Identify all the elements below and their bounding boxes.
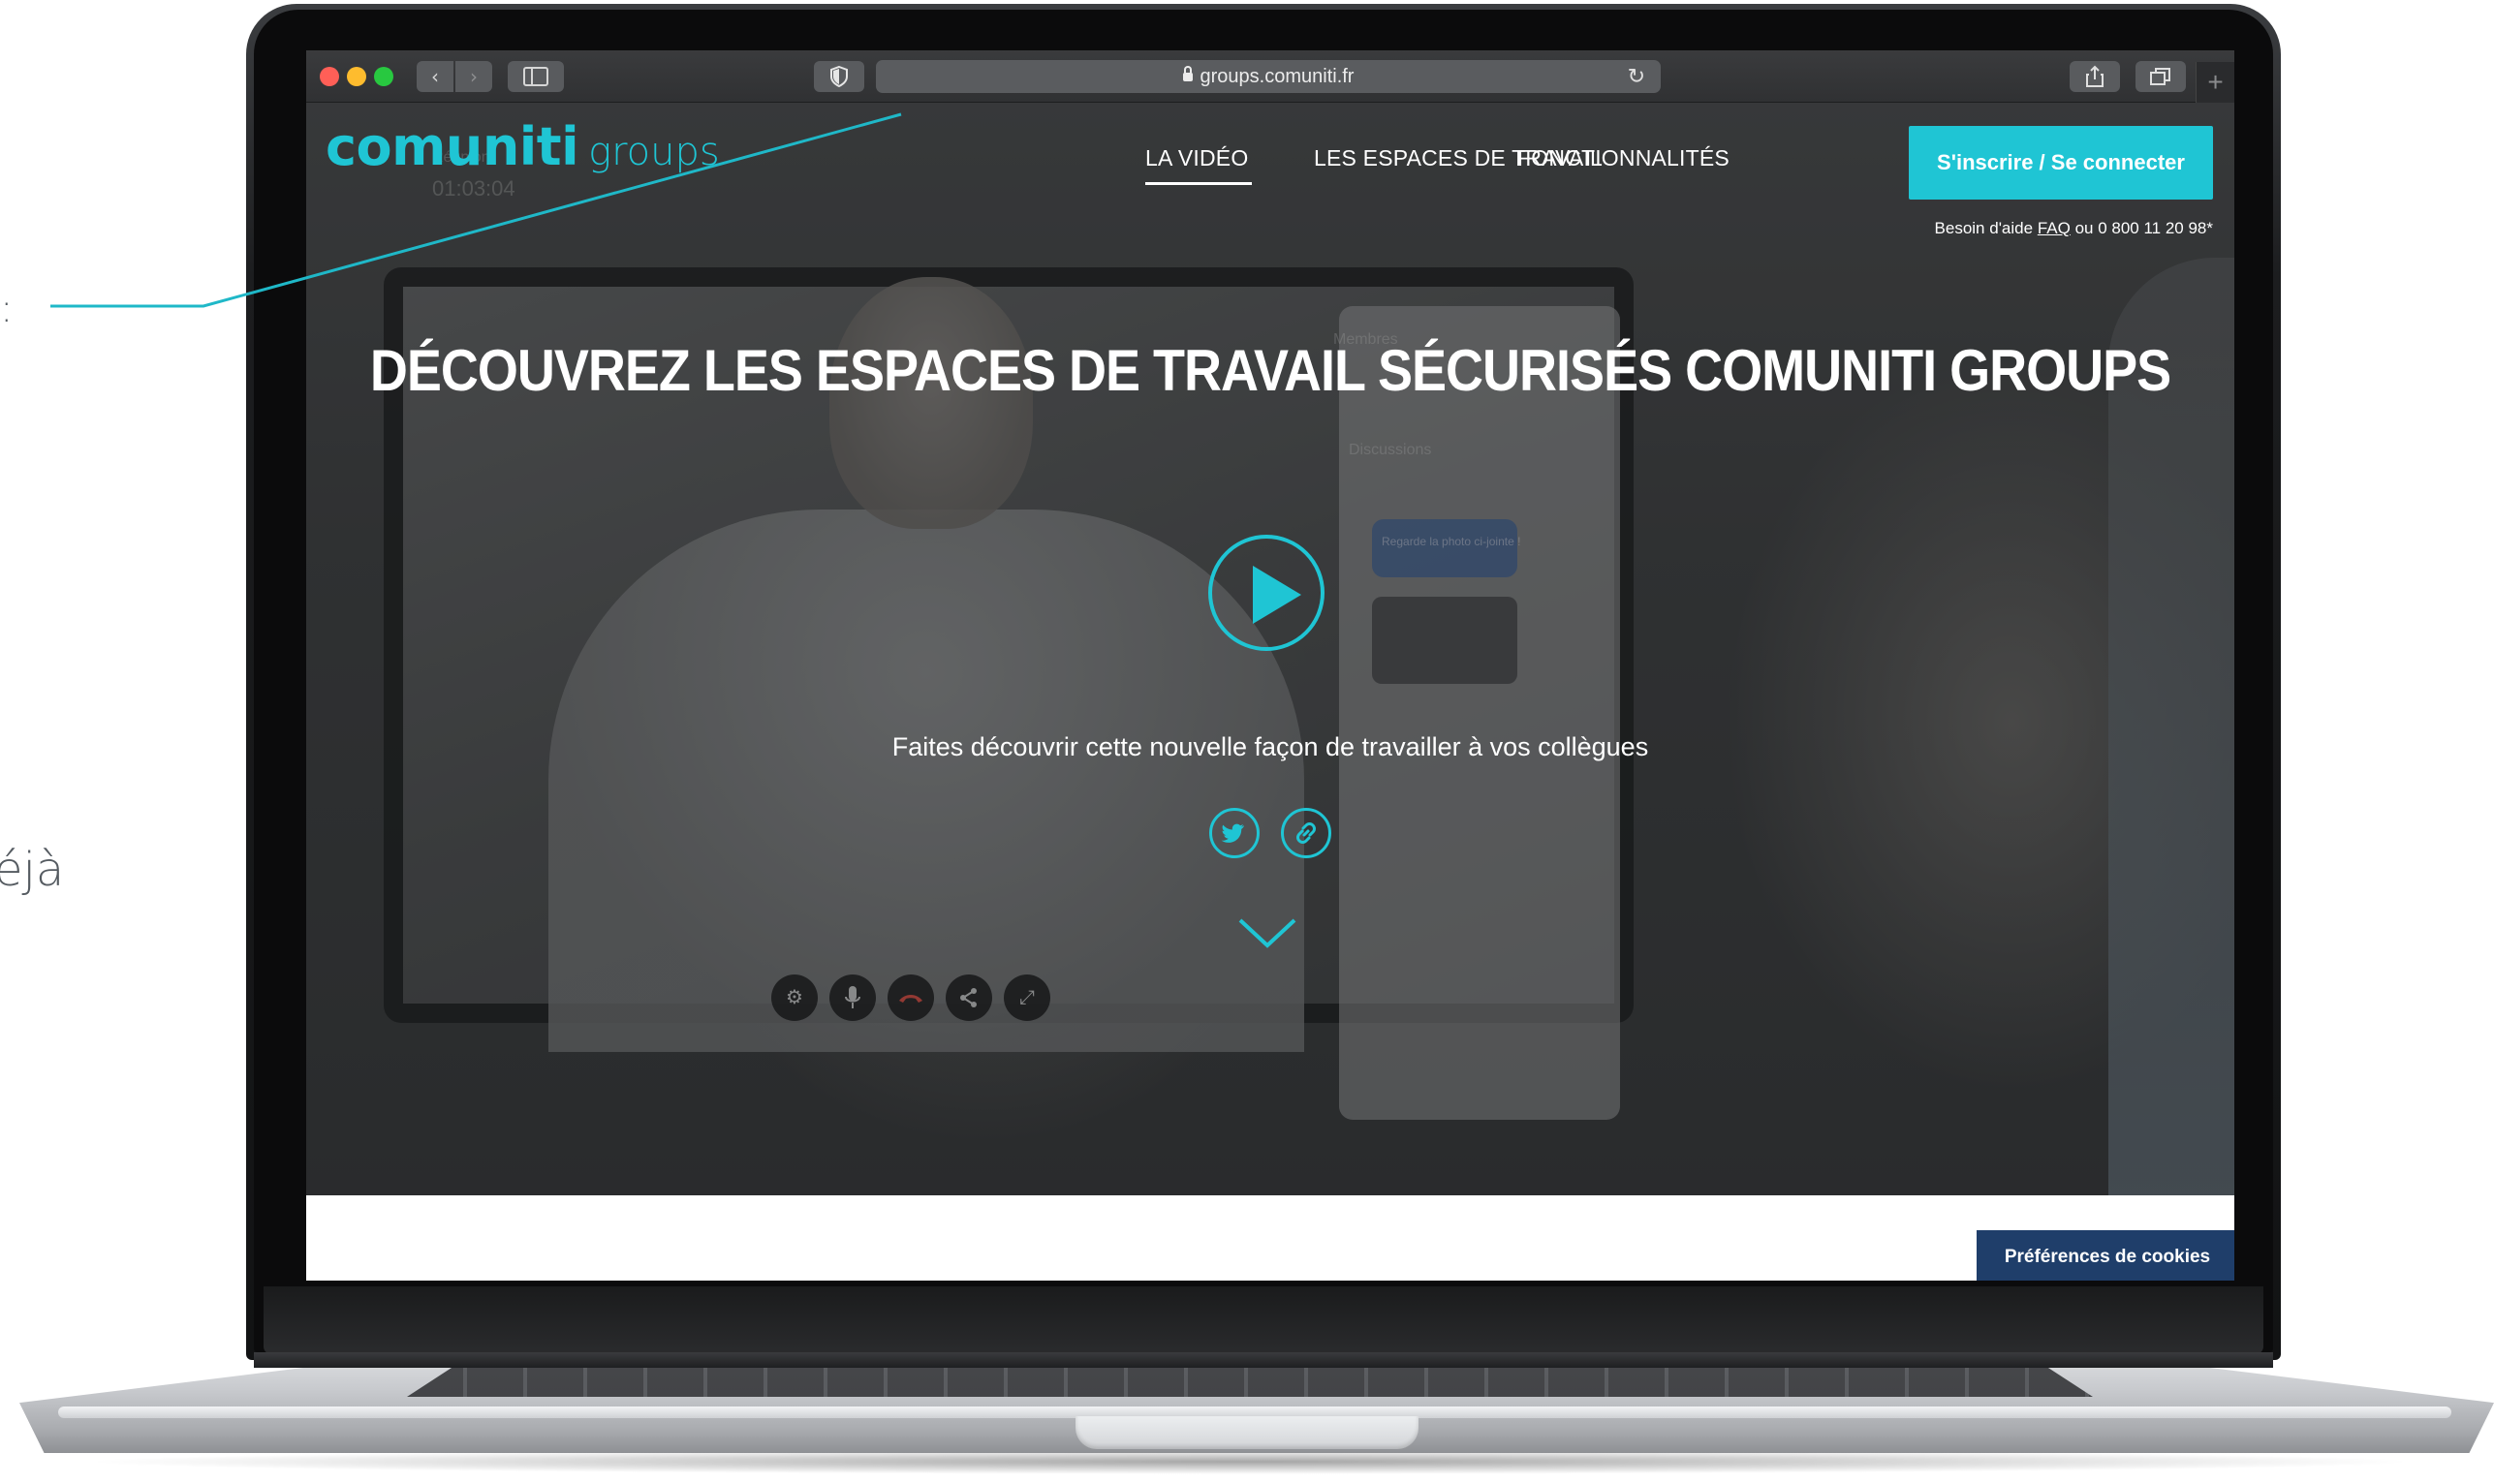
laptop-screen: ‹ › groups.comuniti.fr ↻ + Réunion 01:03…	[306, 50, 2234, 1281]
tabs-icon[interactable]	[2135, 61, 2186, 92]
share-icon[interactable]	[2070, 61, 2120, 92]
page-content-start	[306, 1195, 2234, 1281]
twitter-share-button[interactable]	[1209, 808, 1260, 858]
laptop-notch	[1076, 1416, 1418, 1449]
play-video-button[interactable]	[1208, 535, 1325, 651]
hero-tagline: Faites découvrir cette nouvelle façon de…	[891, 732, 1649, 761]
url-text: groups.comuniti.fr	[1200, 66, 1355, 87]
new-tab-icon[interactable]: +	[2196, 62, 2234, 103]
close-window-button[interactable]	[320, 67, 339, 86]
play-icon	[1253, 566, 1301, 624]
hero-title: DÉCOUVREZ LES ESPACES DE TRAVAIL SÉCURIS…	[369, 338, 2171, 404]
minimize-window-button[interactable]	[347, 67, 366, 86]
shield-icon[interactable]	[814, 61, 864, 92]
laptop-hinge	[254, 1352, 2273, 1368]
sidebar-icon[interactable]	[508, 61, 564, 92]
nav-la-video[interactable]: LA VIDÉO	[1145, 145, 1248, 171]
link-icon	[1296, 822, 1316, 844]
chevron-down-icon	[1238, 918, 1296, 948]
fullscreen-window-button[interactable]	[374, 67, 393, 86]
scroll-down-button[interactable]	[1236, 916, 1298, 951]
logo-main-text: comuniti	[326, 116, 579, 177]
address-bar[interactable]: groups.comuniti.fr ↻	[876, 60, 1661, 93]
site-logo[interactable]: comuniti groups	[326, 116, 720, 177]
nav-fonctionnalites[interactable]: FONCTIONNALITÉS	[1517, 145, 1730, 171]
slide-text-fragment: :	[0, 287, 14, 331]
hero-video-section: Réunion 01:03:04 Membres Discussions Reg…	[306, 103, 2234, 1195]
signup-login-button[interactable]: S'inscrire / Se connecter	[1909, 126, 2213, 200]
reload-icon[interactable]: ↻	[1628, 60, 1645, 93]
help-phone: ou 0 800 11 20 98*	[2074, 219, 2213, 237]
forward-icon[interactable]: ›	[455, 61, 492, 92]
nav-active-indicator	[1145, 182, 1252, 185]
back-icon[interactable]: ‹	[417, 61, 453, 92]
laptop-keyboard	[407, 1364, 2093, 1397]
twitter-icon	[1221, 823, 1244, 843]
copy-link-button[interactable]	[1281, 808, 1331, 858]
laptop-chin	[264, 1286, 2263, 1354]
logo-sub-text: groups	[588, 130, 720, 174]
faq-link[interactable]: FAQ	[2038, 219, 2071, 237]
browser-toolbar: ‹ › groups.comuniti.fr ↻ +	[306, 50, 2234, 103]
help-line: Besoin d'aide FAQ ou 0 800 11 20 98*	[1935, 219, 2213, 238]
slide-text-fragment: éjà	[0, 843, 65, 897]
cookie-preferences-button[interactable]: Préférences de cookies	[1977, 1230, 2234, 1281]
help-prefix: Besoin d'aide	[1934, 219, 2034, 237]
lock-icon	[1182, 66, 1193, 81]
